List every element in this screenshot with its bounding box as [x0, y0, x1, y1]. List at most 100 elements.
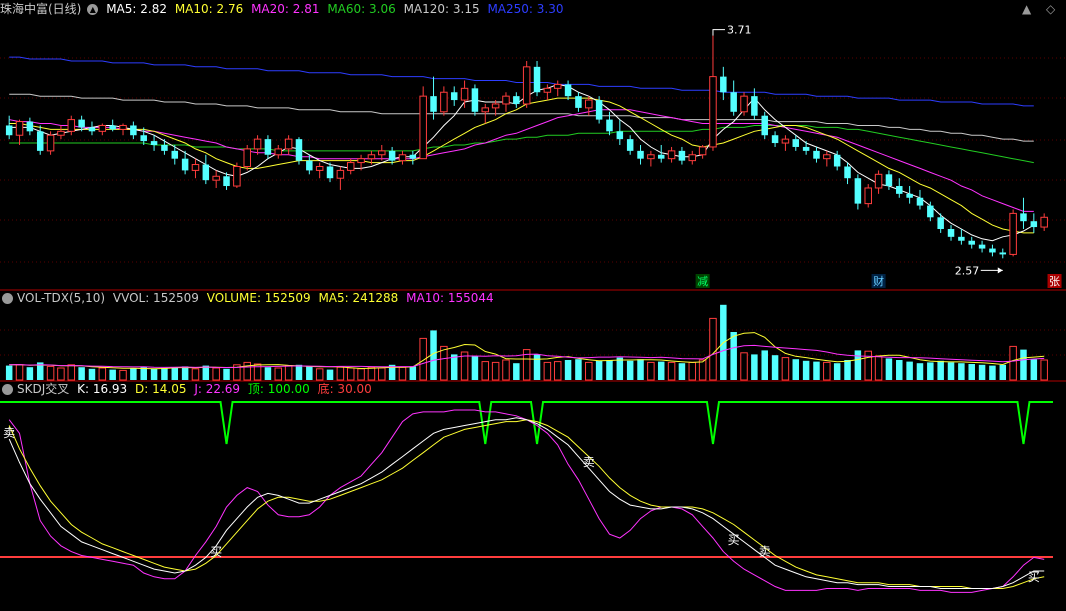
- volume-bar: [1040, 359, 1048, 381]
- ma5-value: MA5: 2.82: [106, 2, 167, 16]
- volume-bar: [647, 361, 655, 381]
- volume-bar: [823, 361, 831, 381]
- ma20-value: MA20: 2.81: [251, 2, 320, 16]
- candle-body: [57, 130, 65, 136]
- candle-body: [657, 154, 665, 159]
- candle-body: [1020, 213, 1027, 222]
- scroll-up-icon[interactable]: ▲: [1022, 2, 1031, 16]
- volume-bar: [130, 368, 137, 380]
- volume-bar: [450, 354, 458, 380]
- volume-bar: [1020, 349, 1027, 380]
- vol-indicator-name[interactable]: VOL-TDX(5,10): [17, 291, 105, 305]
- skdj-bottom-value: 底: 30.00: [317, 382, 372, 396]
- skdj-header: SKDJ交叉 K: 16.93 D: 14.05 J: 22.69 顶: 100…: [0, 380, 376, 398]
- candle-body: [854, 178, 862, 204]
- ma250-polyline: [9, 56, 1034, 107]
- ma10-line: [9, 97, 1034, 234]
- skdj-settings-dot-icon[interactable]: [2, 384, 13, 395]
- candle-body: [1040, 216, 1048, 228]
- candle-body: [906, 193, 913, 198]
- volume-bar: [98, 367, 107, 381]
- volume-bar: [813, 361, 820, 380]
- candle-body: [306, 160, 313, 171]
- ma10-value: MA10: 2.76: [174, 2, 244, 16]
- volume-bar: [150, 368, 158, 380]
- volume-bar: [927, 362, 934, 380]
- candle-body: [481, 107, 490, 113]
- volume-bar: [781, 357, 790, 381]
- volume-bar: [46, 365, 55, 381]
- volume-bar: [357, 368, 365, 381]
- candle-body: [150, 141, 158, 145]
- volume-bar: [223, 368, 230, 380]
- candle-body: [678, 150, 686, 161]
- volume-bar: [243, 361, 251, 381]
- volume-header: VOL-TDX(5,10) VVOL: 152509 VOLUME: 15250…: [0, 289, 498, 307]
- candle-body: [978, 244, 986, 249]
- candle-body: [585, 99, 593, 109]
- candle-body: [522, 66, 531, 105]
- vol-settings-dot-icon[interactable]: [2, 293, 13, 304]
- skdj-k-line: [8, 417, 1045, 589]
- volume-bar: [326, 369, 334, 380]
- candle-body: [1030, 221, 1038, 228]
- volume-bar: [181, 366, 189, 380]
- stock-title[interactable]: 珠海中富(日线): [0, 2, 81, 16]
- volume-bar: [346, 367, 355, 381]
- volume-bar: [678, 363, 686, 380]
- candle-body: [315, 165, 324, 171]
- volume-bar: [161, 368, 168, 380]
- candle-body: [844, 166, 851, 179]
- candle-body: [626, 139, 634, 151]
- volume-bar: [378, 367, 386, 381]
- volume-bar: [688, 361, 697, 381]
- candle-body: [740, 95, 748, 113]
- candle-body: [388, 150, 396, 161]
- candle-body: [233, 165, 241, 187]
- volume-bar: [15, 364, 24, 381]
- diamond-icon[interactable]: ◇: [1046, 2, 1055, 16]
- ma5-polyline: [9, 83, 1035, 242]
- ma60-value: MA60: 3.06: [327, 2, 396, 16]
- volume-bar: [761, 350, 768, 380]
- skdj-d-line: [8, 419, 1045, 589]
- volume-bar: [513, 363, 520, 380]
- volume-bar: [140, 367, 147, 380]
- candle-body: [564, 84, 572, 97]
- volume-bar: [989, 365, 996, 380]
- volume-bar: [864, 350, 872, 381]
- volume-bar: [306, 366, 313, 380]
- volume-bar: [409, 366, 417, 380]
- candle-body: [98, 124, 107, 132]
- volume-bar: [471, 356, 479, 380]
- candle-body: [140, 135, 147, 142]
- volume-bar: [937, 360, 944, 380]
- candle-body: [88, 127, 96, 132]
- candle-body: [161, 145, 168, 151]
- settings-dot-icon[interactable]: ▲: [87, 4, 99, 15]
- candle-body: [78, 119, 85, 128]
- volume-bar: [906, 361, 913, 380]
- volume-bar: [978, 364, 986, 380]
- candle-body: [999, 252, 1007, 255]
- volume-bar: [792, 359, 800, 380]
- main-chart-header: 珠海中富(日线) ▲ MA5: 2.82 MA10: 2.76 MA20: 2.8…: [0, 0, 567, 18]
- candle-body: [243, 148, 251, 167]
- vol-ma5-value: MA5: 241288: [318, 291, 399, 305]
- candle-body: [761, 115, 768, 136]
- volume-bar: [5, 365, 13, 380]
- sell-signal-label: 卖: [3, 426, 15, 440]
- candle-body: [5, 125, 13, 136]
- ma10-polyline: [9, 97, 1034, 234]
- low-arrowhead: [997, 267, 1003, 274]
- volume-bar: [543, 361, 552, 381]
- candle-body: [15, 121, 24, 136]
- volume-bar: [57, 367, 65, 381]
- candle-body: [274, 148, 283, 156]
- skdj-top-value: 顶: 100.00: [247, 382, 310, 396]
- candle-body: [833, 154, 841, 167]
- ma250-line: [9, 56, 1034, 107]
- skdj-indicator-name[interactable]: SKDJ交叉: [17, 382, 69, 396]
- candle-body: [771, 135, 779, 144]
- volume-bar: [575, 359, 582, 380]
